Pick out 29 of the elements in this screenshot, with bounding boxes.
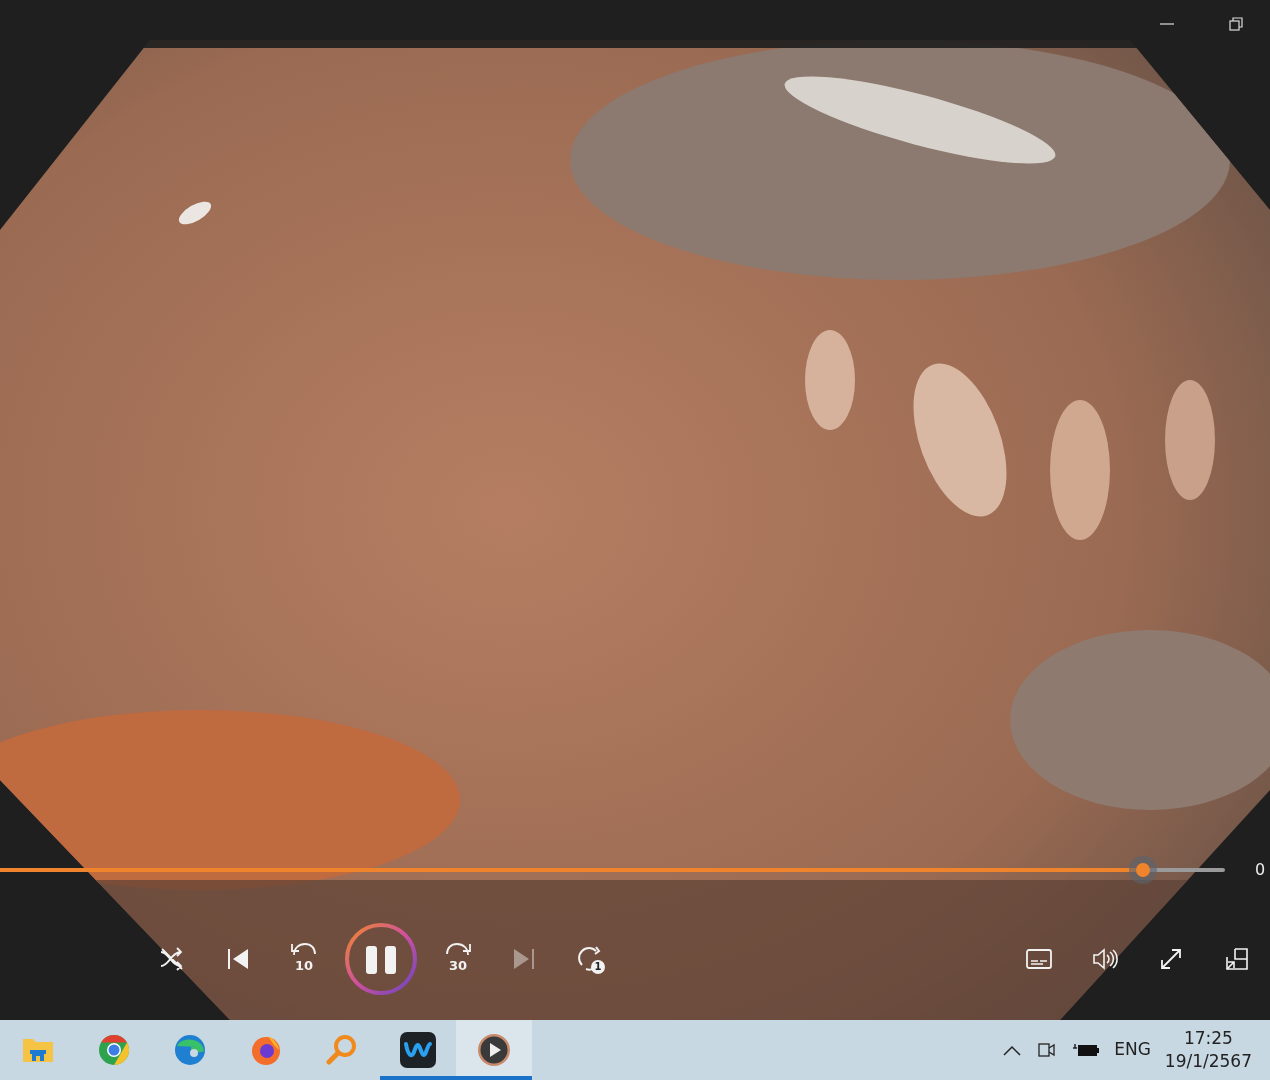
clock-date: 19/1/2567 [1164, 1050, 1252, 1073]
pause-icon [344, 921, 418, 996]
chevron-up-icon [1002, 1044, 1023, 1056]
mini-player-icon [1225, 946, 1249, 971]
skip-back-button[interactable]: 10 [271, 928, 337, 989]
folder-icon [22, 1036, 54, 1064]
magnifier-icon [326, 1034, 358, 1066]
play-icon [477, 1033, 511, 1067]
language-indicator[interactable]: ENG [1114, 1037, 1151, 1063]
rewind-arrow-icon [290, 940, 318, 957]
edge-icon [174, 1034, 206, 1066]
firefox-icon [250, 1034, 282, 1066]
captions-icon [1026, 948, 1052, 969]
wave-logo-icon [400, 1032, 436, 1068]
shuffle-icon [159, 945, 185, 972]
chrome-icon [98, 1034, 130, 1066]
fullscreen-icon [1159, 946, 1183, 971]
repeat-button[interactable]: 1 [557, 928, 623, 989]
skip-forward-button[interactable]: 30 [425, 928, 491, 989]
battery-icon [1072, 1041, 1101, 1059]
restore-icon [1228, 17, 1243, 31]
taskbar-app[interactable] [456, 1020, 532, 1080]
minimize-icon [1159, 23, 1174, 25]
speaker-icon [1092, 947, 1118, 970]
forward-arrow-icon [444, 940, 472, 957]
clock-time: 17:25 [1183, 1027, 1233, 1050]
seek-thumb[interactable] [1128, 856, 1157, 884]
seek-bar[interactable] [0, 856, 1225, 884]
time-label: 0 [1255, 859, 1266, 881]
